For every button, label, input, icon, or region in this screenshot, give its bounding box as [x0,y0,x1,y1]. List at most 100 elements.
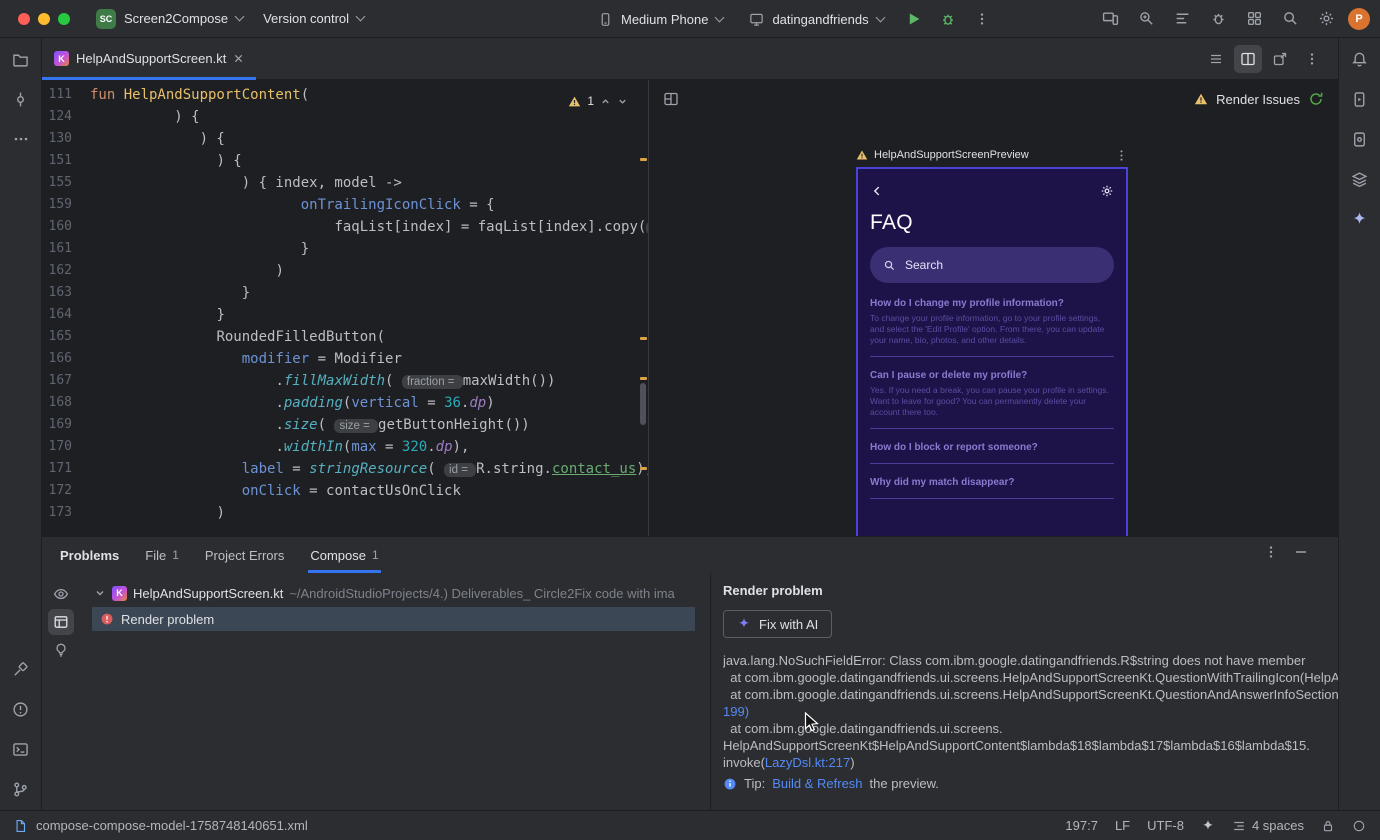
line-ending[interactable]: LF [1115,818,1130,833]
close-tab-icon[interactable] [233,53,244,64]
notifications-bell-icon[interactable] [1351,50,1369,68]
editor-list-icon[interactable] [1202,45,1230,73]
version-control-widget[interactable]: Version control [253,5,374,33]
commit-icon[interactable] [12,90,30,108]
run-configuration-selector[interactable]: datingandfriends [739,5,893,33]
warning-stripe-mark[interactable] [640,337,647,340]
maximize-window-button[interactable] [58,12,70,25]
stack-trace-line: HelpAndSupportScreenKt$HelpAndSupportCon… [723,737,1338,754]
file-icon [14,819,28,833]
warning-stripe-mark[interactable] [640,467,647,470]
preview-layout-grid-icon[interactable] [663,91,679,107]
profiler-icon[interactable] [1204,5,1232,33]
code-line: } [90,282,648,304]
left-strip-bottom-group [12,660,30,798]
detach-editor-icon[interactable] [1266,45,1294,73]
version-control-branch-icon[interactable] [12,780,30,798]
stack-trace-line: at com.ibm.google.datingandfriends.ui.sc… [723,686,1338,703]
code-line: } [90,304,648,326]
build-refresh-link[interactable]: Build & Refresh [772,776,862,791]
code-token: ) { [199,131,225,147]
resource-manager-layers-icon[interactable] [1351,170,1369,188]
faq-divider [870,428,1114,429]
code-token: ( [300,87,310,103]
stack-trace-link[interactable]: 199) [723,704,749,719]
code-line: ) [90,502,648,524]
stack-trace-link[interactable]: LazyDsl.kt:217 [765,755,850,770]
lock-icon[interactable] [1321,819,1335,833]
warning-triangle-icon [856,149,868,161]
project-widget[interactable]: SC Screen2Compose [86,5,253,33]
tab-problems[interactable]: Problems [60,537,119,573]
close-window-button[interactable] [18,12,30,25]
user-avatar[interactable]: P [1348,7,1370,30]
rendered-phone-preview[interactable]: FAQ Search How do I change my profile in… [856,167,1128,536]
problems-icon[interactable] [12,700,30,718]
logcat-icon[interactable] [1168,5,1196,33]
tab-compose[interactable]: Compose 1 [308,537,382,573]
preview-options-kebab-icon[interactable] [1115,149,1128,162]
next-issue-chevron-icon[interactable] [617,96,628,107]
hide-panel-icon[interactable] [1294,545,1308,559]
fix-with-ai-label: Fix with AI [759,616,819,632]
code-search-icon[interactable] [1132,5,1160,33]
editor-tab[interactable]: K HelpAndSupportScreen.kt [42,38,257,80]
terminal-icon[interactable] [12,740,30,758]
gemini-star-icon[interactable] [1351,210,1369,228]
inspection-widget[interactable]: 1 [562,88,634,114]
device-selector[interactable]: Medium Phone [588,5,733,33]
faq-answer: To change your profile information, go t… [870,313,1105,345]
line-number: 168 [48,395,72,410]
run-options-kebab-icon[interactable] [968,5,996,33]
editor-scrollbar-thumb[interactable] [640,383,646,425]
render-issues-widget[interactable]: Render Issues [1194,91,1324,107]
code-token: dp [435,439,453,455]
lightbulb-icon[interactable] [48,637,74,663]
panel-options-kebab-icon[interactable] [1264,545,1278,559]
render-problem-row[interactable]: Render problem [92,607,695,631]
error-icon [100,612,114,626]
tab-project-errors[interactable]: Project Errors [205,537,284,573]
debug-button[interactable] [934,5,962,33]
search-everywhere-icon[interactable] [1276,5,1304,33]
problem-view-icon[interactable] [48,609,74,635]
editor-options-kebab-icon[interactable] [1298,45,1326,73]
device-manager-icon[interactable] [1351,130,1369,148]
warning-stripe-mark[interactable] [640,158,647,161]
warning-stripe-mark[interactable] [640,377,647,380]
tab-file[interactable]: File 1 [145,537,179,573]
line-number: 165 [48,329,72,344]
background-tasks-icon[interactable] [1352,819,1366,833]
tree-file-row[interactable]: K HelpAndSupportScreen.kt ~/AndroidStudi… [80,581,710,605]
chevron-down-icon[interactable] [94,587,106,599]
faq-search-bar: Search [870,247,1114,283]
stack-trace-line: at com.ibm.google.datingandfriends.ui.sc… [723,669,1338,686]
file-encoding[interactable]: UTF-8 [1147,818,1184,833]
previous-issue-chevron-icon[interactable] [600,96,611,107]
statusbar-left: compose-compose-model-1758748140651.xml [14,818,308,833]
build-refresh-icon[interactable] [1308,91,1324,107]
mirror-device-icon[interactable] [1096,5,1124,33]
minimize-window-button[interactable] [38,12,50,25]
indent-widget[interactable]: 4 spaces [1232,818,1304,833]
more-tool-windows-icon[interactable] [12,130,30,148]
fix-with-ai-button[interactable]: Fix with AI [723,610,833,638]
more-tools-icon[interactable] [1240,5,1268,33]
preview-eye-icon[interactable] [48,581,74,607]
cursor-position[interactable]: 197:7 [1065,818,1098,833]
ai-status-sparkle-icon[interactable] [1201,819,1215,833]
project-folder-icon[interactable] [12,50,30,68]
code-token: onClick [241,483,301,499]
code-editor[interactable]: 111 124 130 151 155 159 160 161 162 163 164 165 166 1… [42,80,648,536]
mouse-cursor [804,712,821,734]
settings-gear-icon[interactable] [1312,5,1340,33]
split-editor-icon[interactable] [1234,44,1262,73]
running-devices-icon[interactable] [1351,90,1369,108]
code-token: ) { index, model -> [241,175,402,191]
build-icon[interactable] [12,660,30,678]
run-button[interactable] [900,5,928,33]
code-token: RoundedFilledButton( [216,329,386,345]
